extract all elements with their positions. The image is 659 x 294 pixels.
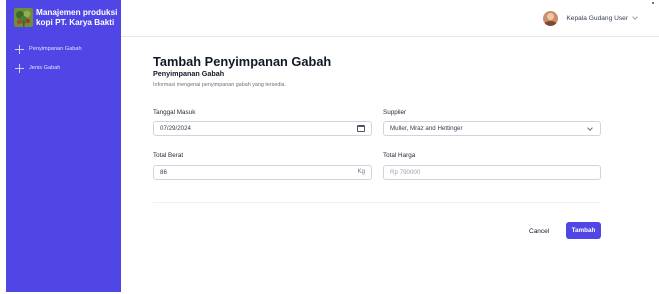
total-berat-field[interactable]: 86 Kg bbox=[153, 165, 372, 180]
tanggal-masuk-field[interactable]: 07/29/2024 bbox=[153, 121, 372, 136]
sidebar-item-penyimpanan-gabah[interactable]: Penyimpanan Gabah bbox=[15, 43, 82, 55]
topbar: Kepala Gudang User bbox=[121, 0, 659, 37]
section-title: Penyimpanan Gabah bbox=[153, 69, 225, 78]
supplier-select[interactable]: Muller, Mraz and Hettinger bbox=[383, 121, 601, 136]
form-divider bbox=[153, 202, 601, 203]
sidebar: Manajemen produksi kopi PT. Karya Bakti … bbox=[6, 0, 121, 292]
total-berat-label: Total Berat bbox=[153, 152, 184, 159]
supplier-label: Supplier bbox=[383, 109, 407, 116]
supplier-value: Muller, Mraz and Hettinger bbox=[390, 125, 463, 132]
window-corner-mark bbox=[652, 2, 654, 4]
user-menu[interactable]: Kepala Gudang User bbox=[543, 10, 638, 26]
main-content: Tambah Penyimpanan Gabah Penyimpanan Gab… bbox=[121, 37, 659, 294]
user-name: Kepala Gudang User bbox=[566, 14, 628, 22]
avatar bbox=[543, 10, 559, 26]
section-description: Informasi mengenai penyimpanan gabah yan… bbox=[153, 82, 287, 88]
tambah-button[interactable]: Tambah bbox=[566, 222, 601, 239]
sidebar-item-label: Jenis Gabah bbox=[29, 65, 61, 71]
chevron-down-icon bbox=[632, 13, 638, 20]
calendar-icon[interactable] bbox=[357, 125, 365, 132]
tanggal-masuk-value: 07/29/2024 bbox=[160, 125, 191, 132]
cancel-button[interactable]: Cancel bbox=[529, 224, 549, 238]
brand[interactable]: Manajemen produksi kopi PT. Karya Bakti bbox=[11, 5, 119, 31]
weight-unit-suffix: Kg bbox=[357, 169, 365, 175]
coffee-plant-logo-icon bbox=[14, 8, 33, 27]
plus-icon bbox=[15, 44, 24, 54]
tanggal-masuk-label: Tanggal Masuk bbox=[153, 109, 196, 116]
page-title: Tambah Penyimpanan Gabah bbox=[153, 54, 332, 69]
total-harga-placeholder: Rp 790000 bbox=[390, 169, 421, 176]
sidebar-item-label: Penyimpanan Gabah bbox=[29, 46, 82, 52]
plus-icon bbox=[15, 63, 24, 73]
total-berat-value: 86 bbox=[160, 169, 167, 176]
brand-title: Manajemen produksi kopi PT. Karya Bakti bbox=[36, 8, 118, 27]
sidebar-item-jenis-gabah[interactable]: Jenis Gabah bbox=[15, 62, 60, 74]
total-harga-field[interactable]: Rp 790000 bbox=[383, 165, 601, 180]
total-harga-label: Total Harga bbox=[383, 152, 416, 159]
chevron-down-icon bbox=[587, 125, 593, 131]
